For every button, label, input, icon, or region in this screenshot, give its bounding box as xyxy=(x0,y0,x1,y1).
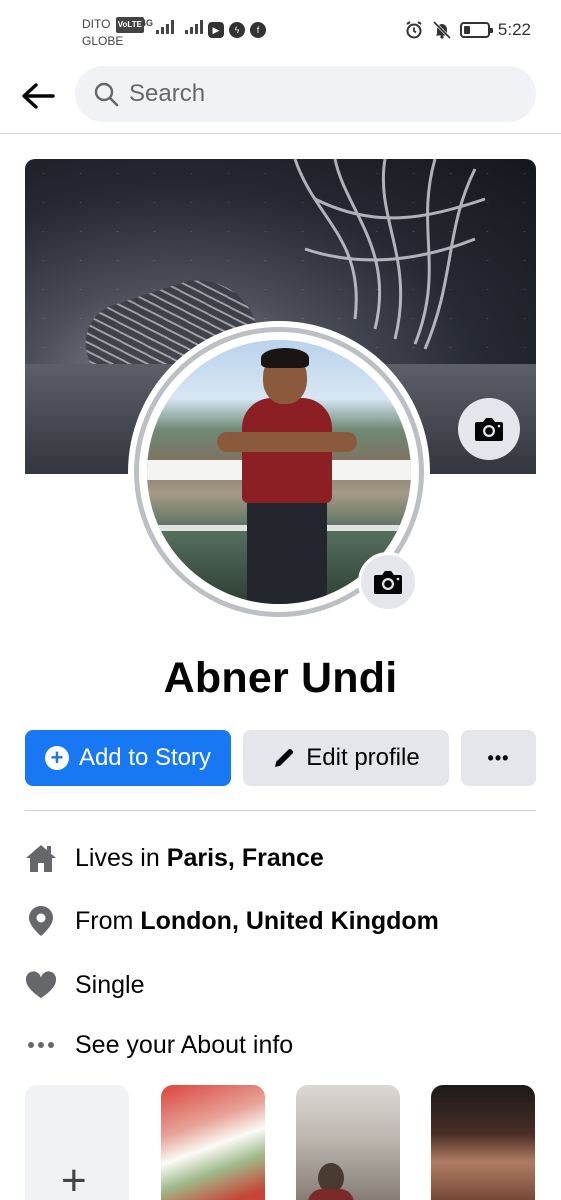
add-to-story-label: Add to Story xyxy=(78,744,212,771)
search-input[interactable] xyxy=(129,80,509,108)
pencil-icon xyxy=(275,748,294,767)
camera-icon xyxy=(475,418,503,441)
carrier-bottom: GLOBE xyxy=(82,34,124,48)
plus-circle-icon: + xyxy=(44,746,69,770)
carrier-info: DITO VoLTE GLOBE xyxy=(82,16,144,49)
status-bar: DITO VoLTE GLOBE 4G ▶ ϟ f 5:22 xyxy=(0,0,561,58)
add-featured-tile[interactable]: + xyxy=(25,1085,129,1200)
heart-icon xyxy=(25,969,57,1001)
intro-lives-in: Lives in Paris, France xyxy=(25,838,536,878)
search-bar[interactable] xyxy=(75,66,536,122)
youtube-icon: ▶ xyxy=(208,22,224,38)
lives-in-prefix: Lives in xyxy=(75,843,160,872)
section-divider xyxy=(25,810,536,811)
battery-icon xyxy=(459,22,493,38)
signal-icon xyxy=(156,20,174,34)
featured-photo-mirror[interactable] xyxy=(296,1085,400,1200)
signal-2-icon xyxy=(185,20,203,34)
cover-camera-button[interactable] xyxy=(458,398,520,460)
add-to-story-button[interactable]: + Add to Story xyxy=(25,730,231,786)
back-arrow-icon xyxy=(22,83,55,109)
edit-profile-label: Edit profile xyxy=(306,744,420,771)
search-icon xyxy=(94,82,119,107)
from-value[interactable]: London, United Kingdom xyxy=(140,907,439,936)
volte-badge: VoLTE xyxy=(115,17,144,33)
photo-pants xyxy=(247,500,327,604)
clock: 5:22 xyxy=(497,20,531,39)
status-right: 5:22 xyxy=(404,20,531,40)
carrier-top: DITO xyxy=(82,17,111,31)
facebook-icon: f xyxy=(250,22,266,38)
alarm-icon xyxy=(406,21,422,39)
location-pin-icon xyxy=(25,905,57,937)
back-button[interactable] xyxy=(18,76,58,116)
see-about-info-link[interactable]: See your About info xyxy=(25,1025,536,1065)
intro-from: From London, United Kingdom xyxy=(25,901,536,941)
photo-hair xyxy=(261,348,309,368)
notification-icons: ▶ ϟ f xyxy=(208,22,266,38)
more-options-button[interactable]: ••• xyxy=(461,730,536,786)
photo-arms xyxy=(217,432,357,452)
mute-icon xyxy=(432,20,451,40)
see-about-info-label: See your About info xyxy=(75,1030,294,1059)
add-icon: + xyxy=(61,1156,87,1200)
home-icon xyxy=(25,842,57,874)
edit-profile-button[interactable]: Edit profile xyxy=(243,730,449,786)
network-type: 4G xyxy=(141,18,154,28)
photo-person-body xyxy=(308,1189,354,1200)
lives-in-value[interactable]: Paris, France xyxy=(167,844,324,873)
more-horizontal-icon xyxy=(25,1029,57,1061)
top-header xyxy=(0,58,561,134)
more-dots-icon: ••• xyxy=(487,747,510,768)
profile-name: Abner Undi xyxy=(163,654,398,702)
camera-icon xyxy=(374,571,402,594)
relationship-status: Single xyxy=(75,970,145,999)
intro-relationship: Single xyxy=(25,965,536,1005)
from-prefix: From xyxy=(75,906,134,935)
featured-photo-portrait[interactable] xyxy=(431,1085,535,1200)
profile-camera-button[interactable] xyxy=(358,552,418,612)
messenger-icon: ϟ xyxy=(229,22,245,38)
featured-photo-food[interactable] xyxy=(161,1085,265,1200)
